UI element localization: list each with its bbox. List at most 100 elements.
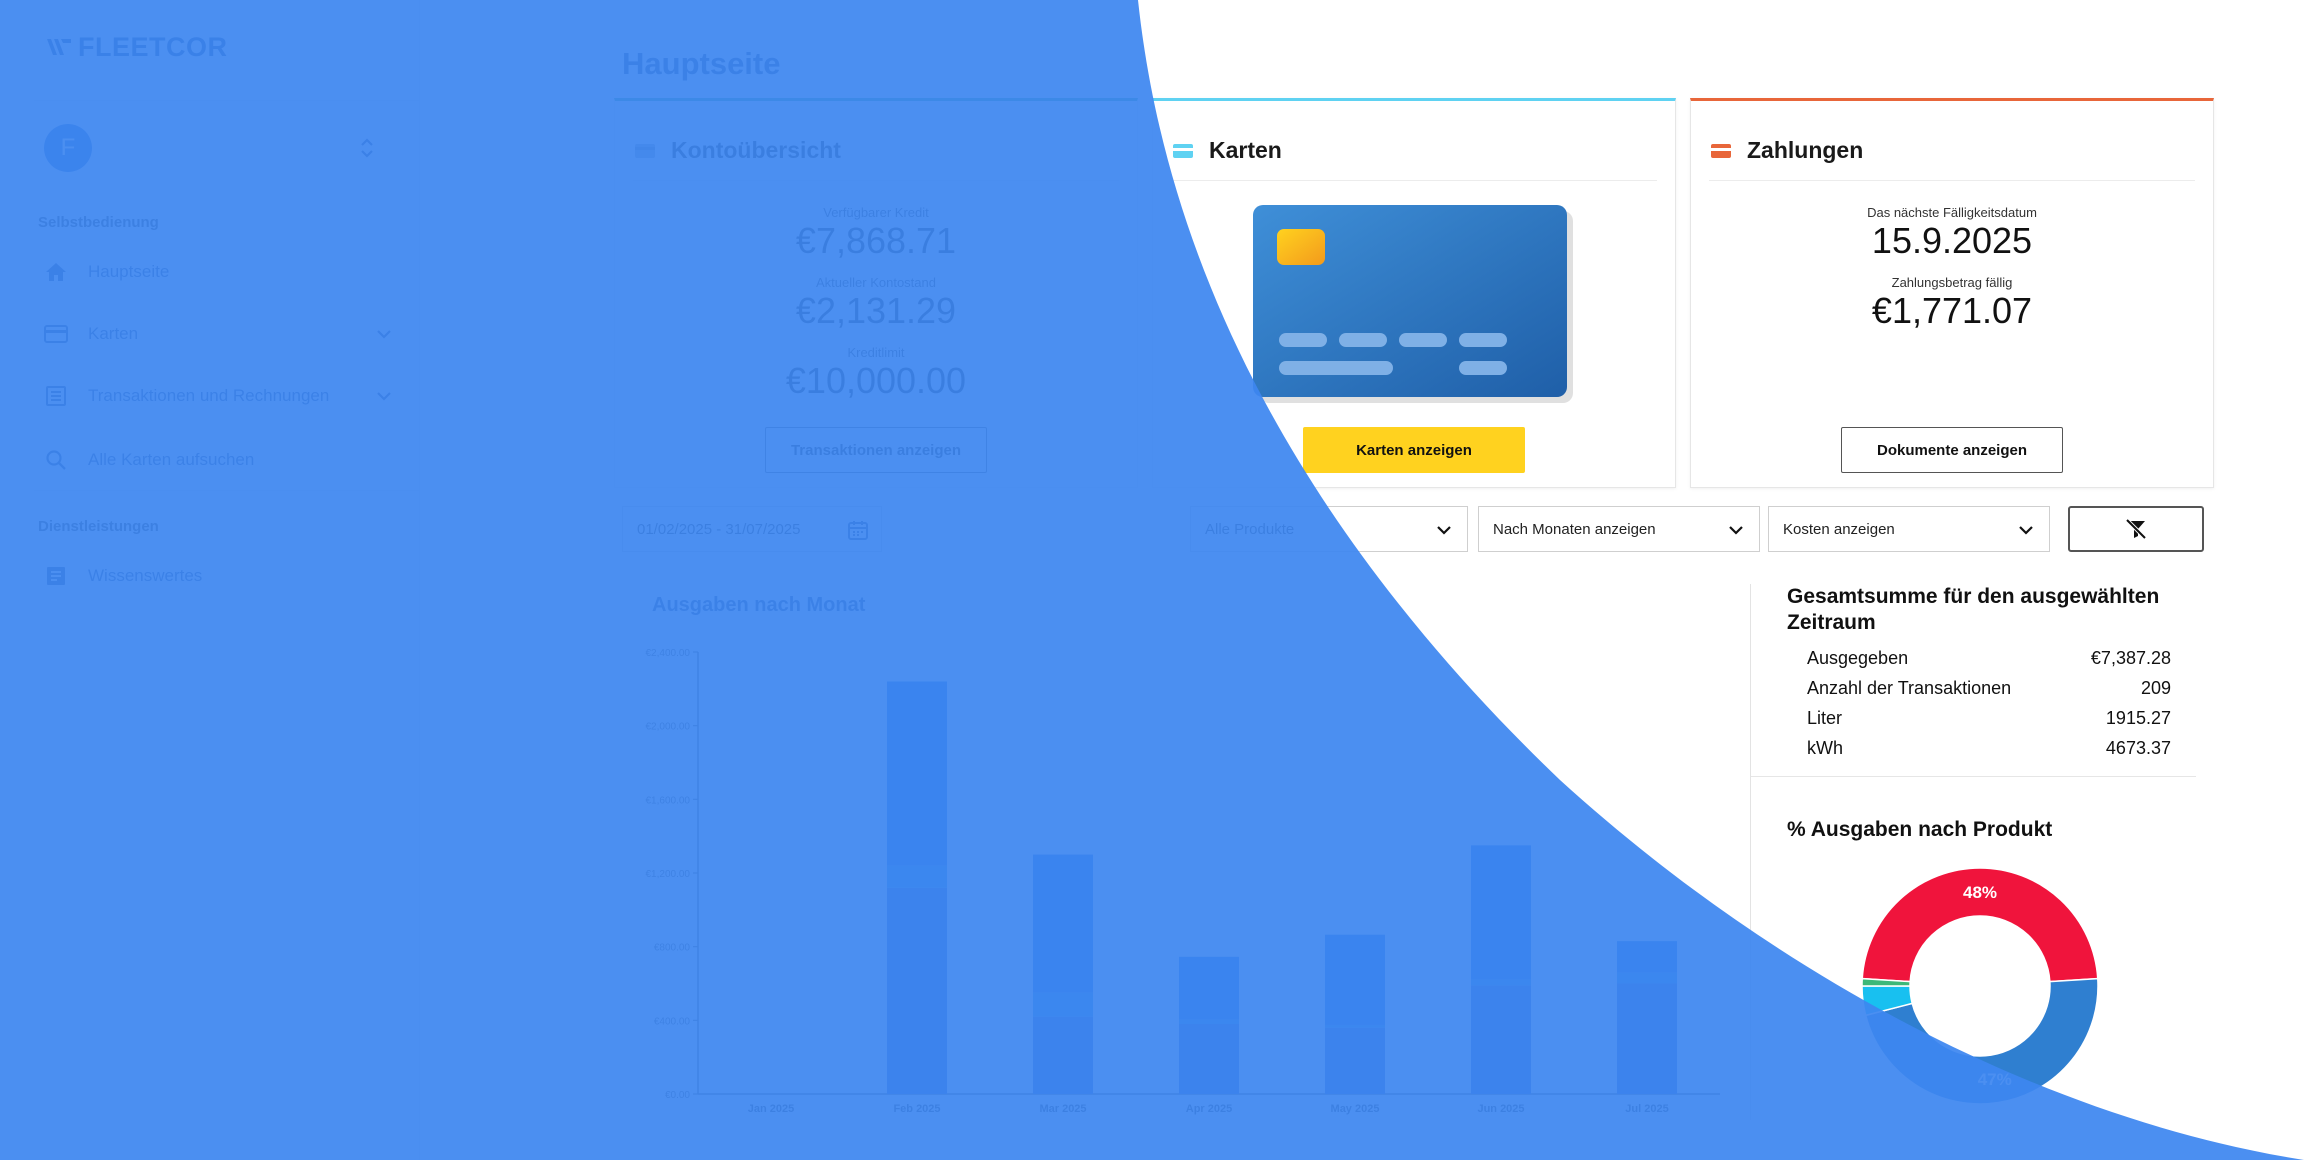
monthly-spend-chart: €0.00 €400.00 €800.00 €1,200.00 €1,600.00 €2,… [646,648,1720,1115]
bar-segment[interactable] [1617,983,1677,1095]
view-cards-button[interactable]: Karten anzeigen [1303,427,1525,473]
summary-row: Liter 1915.27 [1807,708,2171,729]
grouping-select-value: Nach Monaten anzeigen [1493,520,1656,538]
fleetcor-logo[interactable]: FLEETCOR [46,30,228,64]
products-select[interactable]: Alle Produkte [1190,506,1468,552]
balance-value: €2,131.29 [795,290,957,331]
sidebar: FLEETCOR F Selbstbedienung Hauptseite Ka… [0,0,420,1160]
date-range-value: 01/02/2025 - 31/07/2025 [637,520,801,538]
bar-segment[interactable] [887,887,947,1094]
section-title-self-service: Selbstbedienung [38,214,159,231]
section-title-services: Dienstleistungen [38,518,159,535]
summary-row-value: 4673.37 [2105,738,2171,758]
summary-row: kWh 4673.37 [1807,738,2171,759]
x-tick-label: Jan 2025 [748,1103,794,1115]
account-switcher[interactable]: F [44,122,394,174]
sidebar-divider [34,490,419,491]
dashboard-app: FLEETCOR F Selbstbedienung Hauptseite Ka… [0,0,2304,1160]
grouping-select[interactable]: Nach Monaten anzeigen [1478,506,1760,552]
credit-limit-block: Kreditlimit €10,000.00 [615,345,1137,402]
view-documents-button[interactable]: Dokumente anzeigen [1841,427,2063,473]
bar-segment[interactable] [1471,845,1531,980]
credit-card-icon [1173,143,1193,158]
bar-segment[interactable] [1179,1024,1239,1094]
y-tick-label: €2,000.00 [646,722,691,733]
filter-off-icon [2125,518,2147,540]
available-credit-block: Verfügbarer Kredit €7,868.71 [615,205,1137,262]
home-icon [44,260,68,284]
due-date-label: Das nächste Fälligkeitsdatum [1867,205,2037,220]
bar-segment[interactable] [1617,941,1677,973]
amount-due-label: Zahlungsbetrag fällig [1891,275,2013,290]
product-share-donut: 48% 47% [1861,867,2099,1105]
y-tick-label: €400.00 [654,1016,691,1027]
sidebar-item-hauptseite[interactable]: Hauptseite [44,252,394,292]
bar-segment[interactable] [887,865,947,888]
measure-select[interactable]: Kosten anzeigen [1768,506,2050,552]
y-tick-label: €800.00 [654,943,691,954]
date-range-picker[interactable]: 01/02/2025 - 31/07/2025 [622,506,882,552]
summary-row-label: Anzahl der Transaktionen [1807,678,2012,698]
cards-card: Karten Karten anzeigen [1152,98,1676,488]
chevron-down-icon[interactable] [374,386,394,406]
chevron-down-icon[interactable] [374,324,394,344]
sidebar-item-label: Hauptseite [88,262,170,281]
search-icon [44,448,68,472]
due-date-value: 15.9.2025 [1871,220,2033,261]
donut-slice-label: 47% [1978,1070,2012,1089]
products-select-value: Alle Produkte [1205,520,1295,538]
chevron-down-icon [1729,526,1743,535]
sidebar-item-transaktionen[interactable]: Transaktionen und Rechnungen [44,376,394,416]
amount-due-value: €1,771.07 [1871,290,2033,331]
payment-card-icon [1711,143,1731,158]
clear-filters-button[interactable] [2068,506,2204,552]
bar-segment[interactable] [1179,956,1239,1020]
article-icon [44,564,68,588]
credit-limit-value: €10,000.00 [785,360,967,401]
credit-card-icon [44,322,68,346]
bar-segment[interactable] [1033,854,1093,993]
bar-segment[interactable] [1033,992,1093,1017]
donut-layer: 48% 47% [1861,867,2099,1105]
balance-label: Aktueller Kontostand [816,275,936,290]
available-credit-label: Verfügbarer Kredit [823,205,929,220]
calendar-icon[interactable] [847,519,869,541]
bar-segment[interactable] [887,681,947,866]
sidebar-item-label: Transaktionen und Rechnungen [88,386,330,405]
summary-row-label: Liter [1807,708,1843,728]
measure-select-value: Kosten anzeigen [1783,520,1895,538]
view-transactions-button[interactable]: Transaktionen anzeigen [765,427,987,473]
bar-segment[interactable] [1471,979,1531,986]
document-list-icon [44,384,68,408]
x-tick-label: Apr 2025 [1186,1103,1232,1115]
sort-arrows-icon[interactable] [358,136,376,160]
sidebar-item-label: Alle Karten aufsuchen [88,450,255,469]
summary-row-value: 209 [2140,678,2171,698]
sidebar-item-karten[interactable]: Karten [44,314,394,354]
summary-title: Gesamtsumme für den ausgewählten Zeitrau… [1787,585,2160,634]
chart-layer: €0.00 €400.00 €800.00 €1,200.00 €1,600.00 €2,… [646,648,1720,1115]
wallet-icon [635,143,655,158]
sidebar-item-wissenswertes[interactable]: Wissenswertes [44,556,394,596]
y-tick-label: €2,400.00 [646,648,691,659]
bar-segment[interactable] [1471,985,1531,1094]
sidebar-item-alle-karten-aufsuchen[interactable]: Alle Karten aufsuchen [44,440,394,480]
logo-text: FLEETCOR [78,31,228,62]
available-credit-value: €7,868.71 [795,220,957,261]
summary-row-label: Ausgegeben [1807,648,1909,668]
bar-segment[interactable] [1033,1016,1093,1094]
summary-row-value: 1915.27 [2105,708,2171,728]
x-tick-label: May 2025 [1331,1103,1380,1115]
x-tick-label: Jun 2025 [1477,1103,1524,1115]
bar-segment[interactable] [1325,1027,1385,1094]
bar-segment[interactable] [1325,934,1385,1025]
x-tick-label: Mar 2025 [1039,1103,1086,1115]
y-tick-label: €1,200.00 [646,869,691,880]
bar-segment[interactable] [1617,972,1677,984]
pie-title: % Ausgaben nach Produkt [1787,818,2053,841]
summary-row-label: kWh [1807,738,1843,758]
bar-segment[interactable] [1325,1024,1385,1028]
sidebar-item-label: Karten [88,324,139,343]
bar-segment[interactable] [1179,1019,1239,1025]
credit-card-illustration [1253,205,1573,403]
